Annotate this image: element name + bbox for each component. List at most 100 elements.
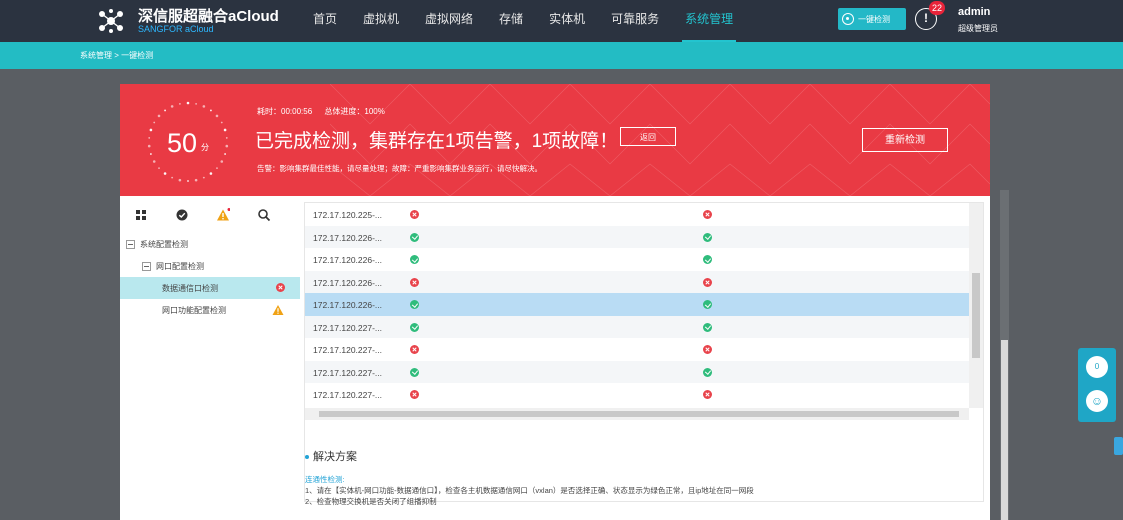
- host-ip: 172.17.120.226-...: [313, 255, 383, 265]
- table-row[interactable]: 172.17.120.227-...: [305, 360, 969, 383]
- warning-icon: [272, 305, 284, 315]
- user-role: 超级管理员: [958, 24, 998, 33]
- nav-item-0[interactable]: 首页: [300, 0, 350, 42]
- status-ok-icon: [703, 322, 712, 332]
- app-title: 深信服超融合aCloud: [138, 8, 279, 25]
- breadcrumb: 系统管理 > 一键检测: [0, 42, 1123, 69]
- scroll-thumb[interactable]: [1001, 340, 1008, 520]
- tree-node-label: 网口功能配置检测: [162, 306, 226, 315]
- host-ip: 172.17.120.227-...: [313, 367, 383, 378]
- status-error-icon: [410, 345, 419, 354]
- detection-panel: 50 分 耗时：00:00:56 总体进度：100% 已完成检测，集群存在1项告…: [120, 84, 990, 520]
- table-row[interactable]: 172.17.120.225-...: [305, 203, 969, 226]
- status-ok-icon: [410, 300, 419, 309]
- onekey-label: 一键检测: [858, 14, 890, 24]
- error-icon: [276, 283, 285, 292]
- host-ip: 172.17.120.226-...: [313, 232, 383, 243]
- warning-filter-icon[interactable]: [216, 208, 230, 222]
- sangfor-logo-icon: [99, 9, 123, 33]
- solution-title: 解决方案: [305, 448, 357, 464]
- tree-node-system-config[interactable]: 系统配置检测: [120, 233, 300, 255]
- status-error-icon: [410, 277, 419, 287]
- table-row[interactable]: 172.17.120.227-...: [305, 383, 969, 406]
- onekey-icon: [842, 13, 854, 25]
- collapse-icon[interactable]: [126, 240, 135, 249]
- page-scrollbar[interactable]: [1000, 190, 1009, 520]
- top-navbar: 深信服超融合aCloud SANGFOR aCloud 首页 虚拟机 虚拟网络 存储实…: [0, 0, 1123, 42]
- solution-step-1: 1、请在【实体机-网口功能-数据通信口】，检查各主机数据通信网口（vxlan）是…: [305, 486, 754, 495]
- check-tree-panel: 系统配置检测 网口配置检测 数据通信口检测 网口功能配置检测: [120, 196, 300, 520]
- grid-view-icon[interactable]: [134, 208, 148, 222]
- back-button[interactable]: 返回: [620, 127, 676, 146]
- nav-item-5[interactable]: 可靠服务: [598, 0, 672, 42]
- status-ok-icon: [703, 255, 712, 264]
- side-edge-tab[interactable]: [1114, 437, 1123, 455]
- status-ok-icon: [703, 367, 712, 377]
- table-row[interactable]: 172.17.120.226-...: [305, 225, 969, 248]
- collapse-icon[interactable]: [142, 262, 151, 271]
- assistant-icon[interactable]: ☺: [1086, 390, 1108, 412]
- host-ip: 172.17.120.227-...: [313, 322, 383, 333]
- host-ip: 172.17.120.225-...: [313, 210, 383, 220]
- scroll-thumb[interactable]: [972, 273, 980, 358]
- notification-count-icon[interactable]: 0: [1086, 356, 1108, 378]
- nav-item-3[interactable]: 存储: [486, 0, 536, 42]
- nav-item-6[interactable]: 系统管理: [672, 0, 746, 42]
- solution-title-text: 解决方案: [313, 451, 357, 463]
- solution-step-2: 2、检查物理交换机是否关闭了组播抑制: [305, 497, 437, 506]
- onekey-check-button[interactable]: 一键检测: [838, 8, 906, 30]
- status-ok-icon: [410, 255, 419, 264]
- status-error-icon: [703, 210, 712, 219]
- nav-item-2[interactable]: 虚拟网络: [412, 0, 486, 42]
- result-headline: 已完成检测，集群存在1项告警，1项故障！: [255, 131, 619, 152]
- status-error-icon: [703, 277, 712, 287]
- status-error-icon: [410, 390, 419, 399]
- host-ip: 172.17.120.227-...: [313, 390, 383, 400]
- table-vertical-scrollbar[interactable]: [969, 203, 983, 408]
- search-icon[interactable]: [257, 208, 271, 222]
- status-ok-icon: [410, 367, 419, 377]
- table-row[interactable]: 172.17.120.227-...: [305, 315, 969, 338]
- score-unit: 分: [201, 143, 209, 152]
- filter-tabs: [120, 196, 300, 234]
- solution-subtitle: 连通性检测:: [305, 475, 345, 484]
- table-row[interactable]: 172.17.120.226-...: [305, 270, 969, 293]
- elapsed-time: 耗时：00:00:56: [257, 107, 313, 116]
- scroll-thumb[interactable]: [319, 411, 959, 417]
- tree-node-nic-function[interactable]: 网口功能配置检测: [120, 299, 300, 321]
- result-note: 告警：影响集群最佳性能，请尽量处理；故障：严重影响集群业务运行，请尽快解决。: [257, 164, 542, 173]
- table-row[interactable]: 172.17.120.227-...: [305, 338, 969, 361]
- retest-button[interactable]: 重新检测: [862, 128, 948, 152]
- host-ip: 172.17.120.227-...: [313, 345, 383, 355]
- status-error-icon: [703, 390, 712, 399]
- alert-count-badge: 22: [929, 1, 945, 15]
- nav-item-1[interactable]: 虚拟机: [350, 0, 412, 42]
- status-ok-icon: [410, 232, 419, 242]
- tree-node-nic-config[interactable]: 网口配置检测: [120, 255, 300, 277]
- result-table: 172.17.120.225-... 172.17.120.226-... 172.…: [304, 202, 984, 502]
- status-ok-icon: [703, 300, 712, 309]
- host-ip: 172.17.120.226-...: [313, 300, 383, 310]
- status-error-icon: [410, 210, 419, 219]
- check-filter-icon[interactable]: [175, 208, 189, 222]
- tree-node-label: 网口配置检测: [156, 262, 204, 271]
- status-ok-icon: [703, 232, 712, 242]
- overall-progress: 总体进度：100%: [324, 107, 385, 116]
- app-subtitle: SANGFOR aCloud: [138, 24, 214, 34]
- tree-node-label: 系统配置检测: [140, 240, 188, 249]
- status-ok-icon: [410, 322, 419, 332]
- floating-tool-panel: 0 ☺: [1078, 348, 1116, 422]
- tree-node-data-port[interactable]: 数据通信口检测: [120, 277, 300, 299]
- user-name[interactable]: admin: [958, 6, 990, 18]
- nav-item-4[interactable]: 实体机: [536, 0, 598, 42]
- table-row[interactable]: 172.17.120.226-...: [305, 293, 969, 316]
- tree-node-label: 数据通信口检测: [162, 284, 218, 293]
- table-row[interactable]: 172.17.120.226-...: [305, 248, 969, 271]
- score-value: 50: [167, 128, 198, 158]
- bullet-icon: [305, 455, 309, 460]
- table-horizontal-scrollbar[interactable]: [305, 408, 969, 420]
- host-ip: 172.17.120.226-...: [313, 277, 383, 288]
- main-nav: 首页 虚拟机 虚拟网络 存储 实体机 可靠服务 系统管理: [300, 0, 746, 42]
- status-error-icon: [703, 345, 712, 354]
- result-header: 50 分 耗时：00:00:56 总体进度：100% 已完成检测，集群存在1项告…: [120, 84, 990, 196]
